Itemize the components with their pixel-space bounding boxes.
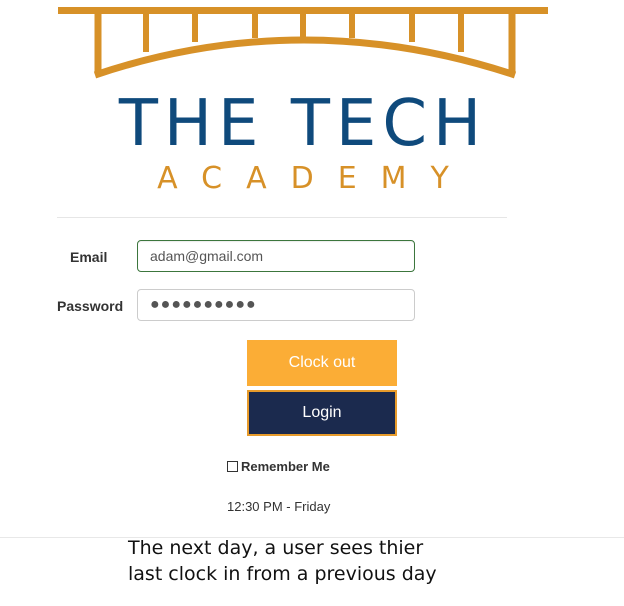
email-field[interactable]: [137, 240, 415, 272]
password-field[interactable]: [137, 289, 415, 321]
logo-title: THE TECH: [118, 87, 488, 161]
login-button[interactable]: Login: [247, 390, 397, 436]
remember-me-label[interactable]: Remember Me: [241, 459, 330, 474]
last-clock-in-timestamp: 12:30 PM - Friday: [227, 499, 331, 514]
email-label: Email: [70, 249, 108, 265]
annotation-caption: The next day, a user sees thier last clo…: [128, 535, 548, 587]
password-label: Password: [57, 298, 124, 314]
tech-academy-logo: THE TECH ACADEMY: [0, 0, 624, 210]
logo-subtitle: ACADEMY: [157, 161, 473, 196]
caption-line-2: last clock in from a previous day: [128, 563, 437, 585]
remember-me: Remember Me: [227, 457, 330, 475]
remember-me-checkbox[interactable]: [227, 460, 238, 472]
header-divider: [57, 217, 507, 218]
bridge-icon: [58, 7, 548, 79]
clock-out-button[interactable]: Clock out: [247, 340, 397, 386]
caption-line-1: The next day, a user sees thier: [128, 537, 424, 559]
